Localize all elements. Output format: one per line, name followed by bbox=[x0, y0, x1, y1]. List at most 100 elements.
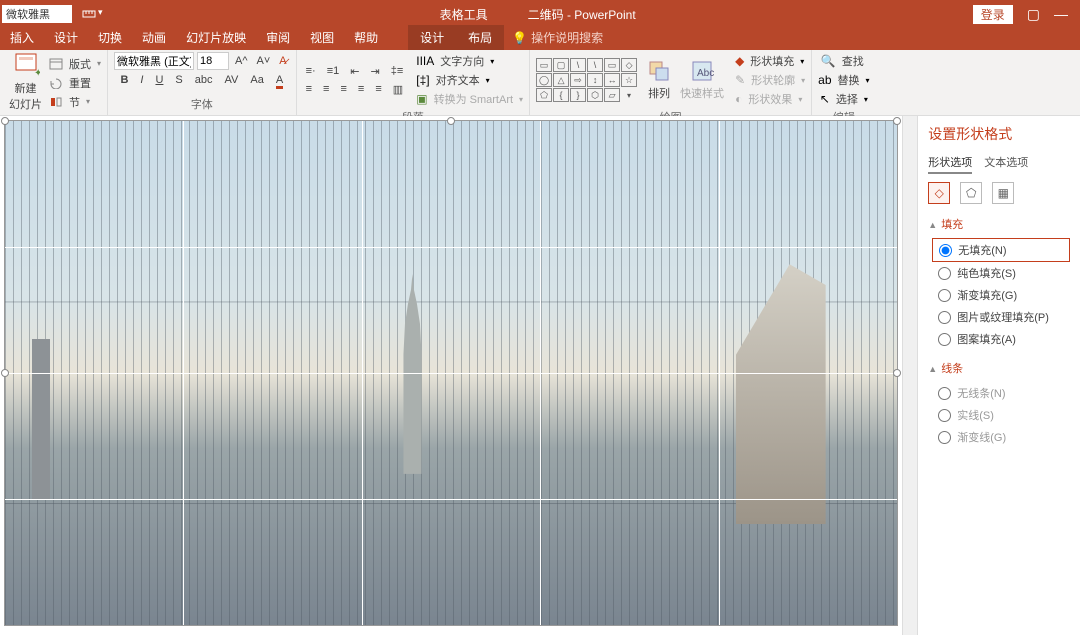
fill-pattern-option[interactable]: 图案填充(A) bbox=[928, 328, 1070, 350]
font-size-select[interactable] bbox=[197, 52, 229, 70]
shape-fill-button[interactable]: 形状填充 bbox=[747, 52, 797, 70]
tab-design[interactable]: 设计 bbox=[44, 25, 88, 50]
font-color-button[interactable]: A bbox=[273, 73, 286, 87]
selection-handle[interactable] bbox=[1, 369, 9, 377]
clear-format-icon[interactable]: A̷ bbox=[276, 54, 289, 68]
spacing-button[interactable]: AV bbox=[222, 73, 242, 87]
text-direction-button[interactable]: 文字方向 bbox=[437, 52, 487, 70]
align-text-button[interactable]: 对齐文本 bbox=[433, 71, 483, 89]
tab-review[interactable]: 审阅 bbox=[256, 25, 300, 50]
minimize-icon[interactable]: — bbox=[1054, 6, 1068, 22]
strike-button[interactable]: S bbox=[172, 73, 185, 87]
smartart-button[interactable]: 转换为 SmartArt bbox=[431, 90, 516, 108]
arrange-button[interactable]: 排列 bbox=[645, 84, 673, 102]
fill-solid-radio[interactable] bbox=[938, 267, 951, 280]
effects-category-icon[interactable]: ⬠ bbox=[960, 182, 982, 204]
tab-help[interactable]: 帮助 bbox=[344, 25, 388, 50]
group-font-label: 字体 bbox=[114, 95, 290, 113]
replace-button[interactable]: 替换 bbox=[835, 71, 863, 89]
fill-line-category-icon[interactable]: ◇ bbox=[928, 182, 950, 204]
fill-none-radio[interactable] bbox=[939, 244, 952, 257]
login-button[interactable]: 登录 bbox=[973, 5, 1013, 24]
align-text-icon: [‡] bbox=[416, 73, 429, 87]
bold-button[interactable]: B bbox=[117, 73, 131, 87]
fill-gradient-radio[interactable] bbox=[938, 289, 951, 302]
selection-handle[interactable] bbox=[447, 117, 455, 125]
line-none-option[interactable]: 无线条(N) bbox=[928, 382, 1070, 404]
fill-none-option[interactable]: 无填充(N) bbox=[932, 238, 1070, 262]
decrease-font-icon[interactable]: A˅ bbox=[254, 54, 274, 68]
line-gradient-option[interactable]: 渐变线(G) bbox=[928, 426, 1070, 448]
find-button[interactable]: 查找 bbox=[839, 52, 867, 70]
shape-effects-button[interactable]: 形状效果 bbox=[745, 90, 795, 108]
line-solid-option[interactable]: 实线(S) bbox=[928, 404, 1070, 426]
numbering-button[interactable]: ≡1 bbox=[324, 64, 343, 78]
arrange-icon[interactable] bbox=[647, 59, 671, 83]
qat-icon[interactable]: ▾ bbox=[82, 7, 103, 21]
shape-outline-button[interactable]: 形状轮廓 bbox=[748, 71, 798, 89]
line-none-radio[interactable] bbox=[938, 387, 951, 400]
slide-canvas[interactable] bbox=[4, 120, 898, 626]
qat-font-box[interactable]: 微软雅黑 bbox=[2, 5, 72, 23]
selection-handle[interactable] bbox=[893, 369, 901, 377]
fill-solid-option[interactable]: 纯色填充(S) bbox=[928, 262, 1070, 284]
pane-tabs: 形状选项 文本选项 bbox=[928, 154, 1070, 174]
fill-picture-option[interactable]: 图片或纹理填充(P) bbox=[928, 306, 1070, 328]
tab-view[interactable]: 视图 bbox=[300, 25, 344, 50]
distribute-button[interactable]: ≡ bbox=[372, 82, 384, 96]
quick-styles-icon[interactable]: Abc bbox=[690, 59, 714, 83]
indent-inc-button[interactable]: ⇥ bbox=[367, 64, 382, 79]
fill-gradient-option[interactable]: 渐变填充(G) bbox=[928, 284, 1070, 306]
reset-icon bbox=[49, 77, 63, 89]
justify-button[interactable]: ≡ bbox=[355, 82, 367, 96]
tab-table-design[interactable]: 设计 bbox=[408, 25, 456, 50]
font-name-select[interactable] bbox=[114, 52, 194, 70]
select-icon: ↖ bbox=[820, 92, 830, 106]
tab-animation[interactable]: 动画 bbox=[132, 25, 176, 50]
shapes-gallery[interactable]: ▭▢\\▭◇ ◯△⇨↕↔☆ ⬠{}⬡▱▾ bbox=[536, 58, 637, 102]
shadow-button[interactable]: abc bbox=[192, 73, 216, 87]
layout-button[interactable]: 版式 bbox=[66, 55, 94, 73]
new-slide-icon[interactable]: ✦ bbox=[12, 52, 40, 78]
tab-table-layout[interactable]: 布局 bbox=[456, 25, 504, 50]
tell-me-search[interactable]: 💡 操作说明搜索 bbox=[504, 25, 611, 50]
fill-picture-radio[interactable] bbox=[938, 311, 951, 324]
select-button[interactable]: 选择 bbox=[833, 90, 861, 108]
find-icon: 🔍 bbox=[821, 54, 836, 68]
tab-insert[interactable]: 插入 bbox=[0, 25, 44, 50]
line-solid-radio[interactable] bbox=[938, 409, 951, 422]
align-center-button[interactable]: ≡ bbox=[320, 82, 332, 96]
fill-pattern-radio[interactable] bbox=[938, 333, 951, 346]
indent-dec-button[interactable]: ⇤ bbox=[347, 64, 362, 79]
align-left-button[interactable]: ≡ bbox=[303, 82, 315, 96]
text-direction-icon: IIIA bbox=[416, 54, 434, 68]
selection-handle[interactable] bbox=[1, 117, 9, 125]
size-category-icon[interactable]: ▦ bbox=[992, 182, 1014, 204]
lightbulb-icon: 💡 bbox=[512, 31, 527, 45]
reset-button[interactable]: 重置 bbox=[66, 74, 94, 92]
tab-transition[interactable]: 切换 bbox=[88, 25, 132, 50]
case-button[interactable]: Aa bbox=[247, 73, 266, 87]
line-spacing-button[interactable]: ‡≡ bbox=[388, 64, 407, 78]
quick-styles-button[interactable]: 快速样式 bbox=[677, 84, 727, 102]
italic-button[interactable]: I bbox=[137, 73, 146, 87]
slide-canvas-wrap bbox=[0, 116, 902, 635]
align-right-button[interactable]: ≡ bbox=[337, 82, 349, 96]
new-slide-button[interactable]: 新建 幻灯片 bbox=[6, 79, 45, 113]
format-shape-pane: 设置形状格式 形状选项 文本选项 ◇ ⬠ ▦ ▲填充 无填充(N) 纯色填充(S… bbox=[917, 116, 1080, 635]
section-button[interactable]: 节 bbox=[66, 93, 83, 111]
bullets-button[interactable]: ≡· bbox=[303, 64, 319, 78]
vertical-scrollbar[interactable] bbox=[902, 116, 917, 635]
underline-button[interactable]: U bbox=[152, 73, 166, 87]
line-section-header[interactable]: ▲线条 bbox=[928, 360, 1070, 376]
ribbon-options-icon[interactable]: ▢ bbox=[1027, 6, 1040, 23]
columns-button[interactable]: ▥ bbox=[390, 82, 406, 97]
ribbon-tabs: 插入 设计 切换 动画 幻灯片放映 审阅 视图 帮助 设计 布局 💡 操作说明搜… bbox=[0, 28, 1080, 50]
line-gradient-radio[interactable] bbox=[938, 431, 951, 444]
tab-slideshow[interactable]: 幻灯片放映 bbox=[176, 25, 256, 50]
fill-section-header[interactable]: ▲填充 bbox=[928, 216, 1070, 232]
pane-tab-text[interactable]: 文本选项 bbox=[984, 154, 1028, 174]
pane-tab-shape[interactable]: 形状选项 bbox=[928, 154, 972, 174]
selection-handle[interactable] bbox=[893, 117, 901, 125]
increase-font-icon[interactable]: A^ bbox=[232, 54, 251, 68]
